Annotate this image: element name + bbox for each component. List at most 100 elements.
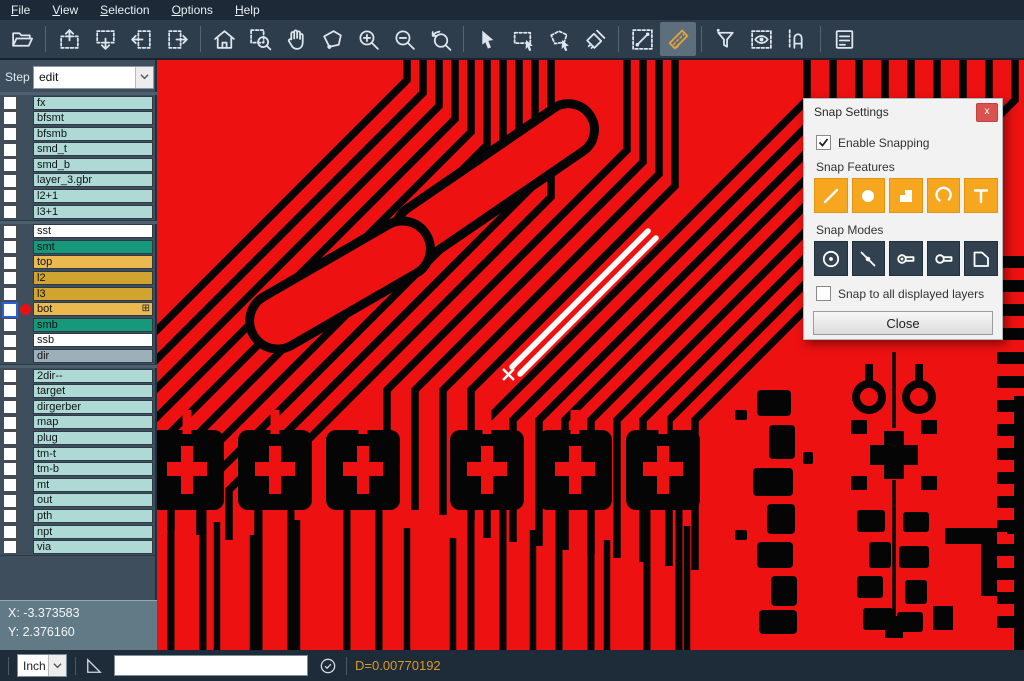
layer-checkbox-top[interactable] <box>3 256 17 270</box>
unit-dropdown[interactable]: Inch <box>17 654 67 677</box>
layer-checkbox-ssb[interactable] <box>3 334 17 348</box>
layer-name-dirgerber[interactable]: dirgerber <box>33 400 153 414</box>
layer-name-tm-b[interactable]: tm-b <box>33 462 153 476</box>
layer-checkbox-bfsmb[interactable] <box>3 127 17 141</box>
view-options-icon[interactable] <box>743 22 779 56</box>
layer-name-sst[interactable]: sst <box>33 224 153 238</box>
menu-help[interactable]: Help <box>224 1 271 19</box>
layer-name-ssb[interactable]: ssb <box>33 333 153 347</box>
layer-name-plug[interactable]: plug <box>33 431 153 445</box>
layer-checkbox-pth[interactable] <box>3 509 17 523</box>
step-dropdown[interactable]: edit <box>33 66 154 89</box>
layer-name-l3+1[interactable]: l3+1 <box>33 205 153 219</box>
layer-checkbox-out[interactable] <box>3 494 17 508</box>
pan-hand-icon[interactable] <box>278 22 314 56</box>
layer-checkbox-map[interactable] <box>3 416 17 430</box>
zoom-polygon-icon[interactable] <box>314 22 350 56</box>
layer-name-fx[interactable]: fx <box>33 96 153 110</box>
zoom-previous-icon[interactable] <box>422 22 458 56</box>
pan-up-icon[interactable] <box>51 22 87 56</box>
layer-name-via[interactable]: via <box>33 540 153 554</box>
menu-selection[interactable]: Selection <box>89 1 160 19</box>
layer-checkbox-fx[interactable] <box>3 96 17 110</box>
snap-center-icon[interactable] <box>814 241 848 276</box>
layer-name-map[interactable]: map <box>33 415 153 429</box>
snap-midpoint-icon[interactable] <box>852 241 886 276</box>
layer-checkbox-dirgerber[interactable] <box>3 400 17 414</box>
measure-points-icon[interactable] <box>624 22 660 56</box>
snap-magnet-icon[interactable] <box>779 22 815 56</box>
zoom-home-icon[interactable] <box>206 22 242 56</box>
layer-checkbox-npt[interactable] <box>3 525 17 539</box>
layer-checkbox-smb[interactable] <box>3 318 17 332</box>
layer-checkbox-smt[interactable] <box>3 240 17 254</box>
layer-checkbox-target[interactable] <box>3 384 17 398</box>
menu-options[interactable]: Options <box>161 1 224 19</box>
layer-name-top[interactable]: top <box>33 255 153 269</box>
open-folder-icon[interactable] <box>4 22 40 56</box>
layer-checkbox-tm-b[interactable] <box>3 462 17 476</box>
layer-name-bfsmb[interactable]: bfsmb <box>33 127 153 141</box>
measure-ruler-icon[interactable] <box>660 22 696 56</box>
filter-icon[interactable] <box>707 22 743 56</box>
layer-name-l2+1[interactable]: l2+1 <box>33 189 153 203</box>
layer-name-mt[interactable]: mt <box>33 478 153 492</box>
apply-check-icon[interactable] <box>318 656 338 676</box>
layer-name-smb[interactable]: smb <box>33 318 153 332</box>
chevron-down-icon[interactable] <box>135 67 153 88</box>
layer-checkbox-layer_3.gbr[interactable] <box>3 174 17 188</box>
layer-name-pth[interactable]: pth <box>33 509 153 523</box>
layer-grid-icon[interactable]: ⊞ <box>142 304 150 314</box>
layer-name-2dir--[interactable]: 2dir-- <box>33 369 153 383</box>
layer-name-dir[interactable]: dir <box>33 349 153 363</box>
layer-checkbox-bfsmt[interactable] <box>3 111 17 125</box>
close-button[interactable]: Close <box>813 311 993 335</box>
snap-slot-icon[interactable] <box>889 241 923 276</box>
layer-name-bfsmt[interactable]: bfsmt <box>33 111 153 125</box>
layer-checkbox-l2[interactable] <box>3 271 17 285</box>
layer-checkbox-l3+1[interactable] <box>3 205 17 219</box>
snap-arc-icon[interactable] <box>927 178 961 213</box>
layer-name-npt[interactable]: npt <box>33 525 153 539</box>
layer-name-tm-t[interactable]: tm-t <box>33 447 153 461</box>
layer-name-smd_b[interactable]: smd_b <box>33 158 153 172</box>
snap-pad-icon[interactable] <box>852 178 886 213</box>
pan-right-icon[interactable] <box>159 22 195 56</box>
layer-name-layer_3.gbr[interactable]: layer_3.gbr <box>33 173 153 187</box>
pan-down-icon[interactable] <box>87 22 123 56</box>
layer-checkbox-l2+1[interactable] <box>3 189 17 203</box>
select-polygon-icon[interactable] <box>541 22 577 56</box>
layer-name-bot[interactable]: bot⊞ <box>33 302 153 316</box>
snap-line-icon[interactable] <box>814 178 848 213</box>
clear-selection-icon[interactable] <box>577 22 613 56</box>
layer-name-out[interactable]: out <box>33 493 153 507</box>
layer-checkbox-plug[interactable] <box>3 431 17 445</box>
pan-left-icon[interactable] <box>123 22 159 56</box>
select-arrow-icon[interactable] <box>469 22 505 56</box>
snap-text-icon[interactable] <box>964 178 998 213</box>
select-rectangle-icon[interactable] <box>505 22 541 56</box>
dialog-title-bar[interactable]: Snap Settings x <box>804 99 1002 125</box>
dialog-close-icon[interactable]: x <box>976 103 998 122</box>
layer-checkbox-mt[interactable] <box>3 478 17 492</box>
layer-checkbox-smd_t[interactable] <box>3 143 17 157</box>
snap-slot-open-icon[interactable] <box>927 241 961 276</box>
layer-checkbox-sst[interactable] <box>3 225 17 239</box>
layer-name-l2[interactable]: l2 <box>33 271 153 285</box>
layer-checkbox-smd_b[interactable] <box>3 158 17 172</box>
zoom-out-icon[interactable] <box>386 22 422 56</box>
layer-checkbox-bot[interactable] <box>2 302 18 318</box>
layer-name-target[interactable]: target <box>33 384 153 398</box>
menu-view[interactable]: View <box>41 1 89 19</box>
report-icon[interactable] <box>826 22 862 56</box>
snap-all-layers-checkbox[interactable] <box>816 286 831 301</box>
layer-checkbox-dir[interactable] <box>3 349 17 363</box>
layer-checkbox-via[interactable] <box>3 540 17 554</box>
zoom-window-icon[interactable] <box>242 22 278 56</box>
zoom-in-icon[interactable] <box>350 22 386 56</box>
layer-checkbox-tm-t[interactable] <box>3 447 17 461</box>
snap-outline-icon[interactable] <box>964 241 998 276</box>
menu-file[interactable]: File <box>0 1 41 19</box>
layer-checkbox-l3[interactable] <box>3 287 17 301</box>
enable-snapping-checkbox[interactable] <box>816 135 831 150</box>
